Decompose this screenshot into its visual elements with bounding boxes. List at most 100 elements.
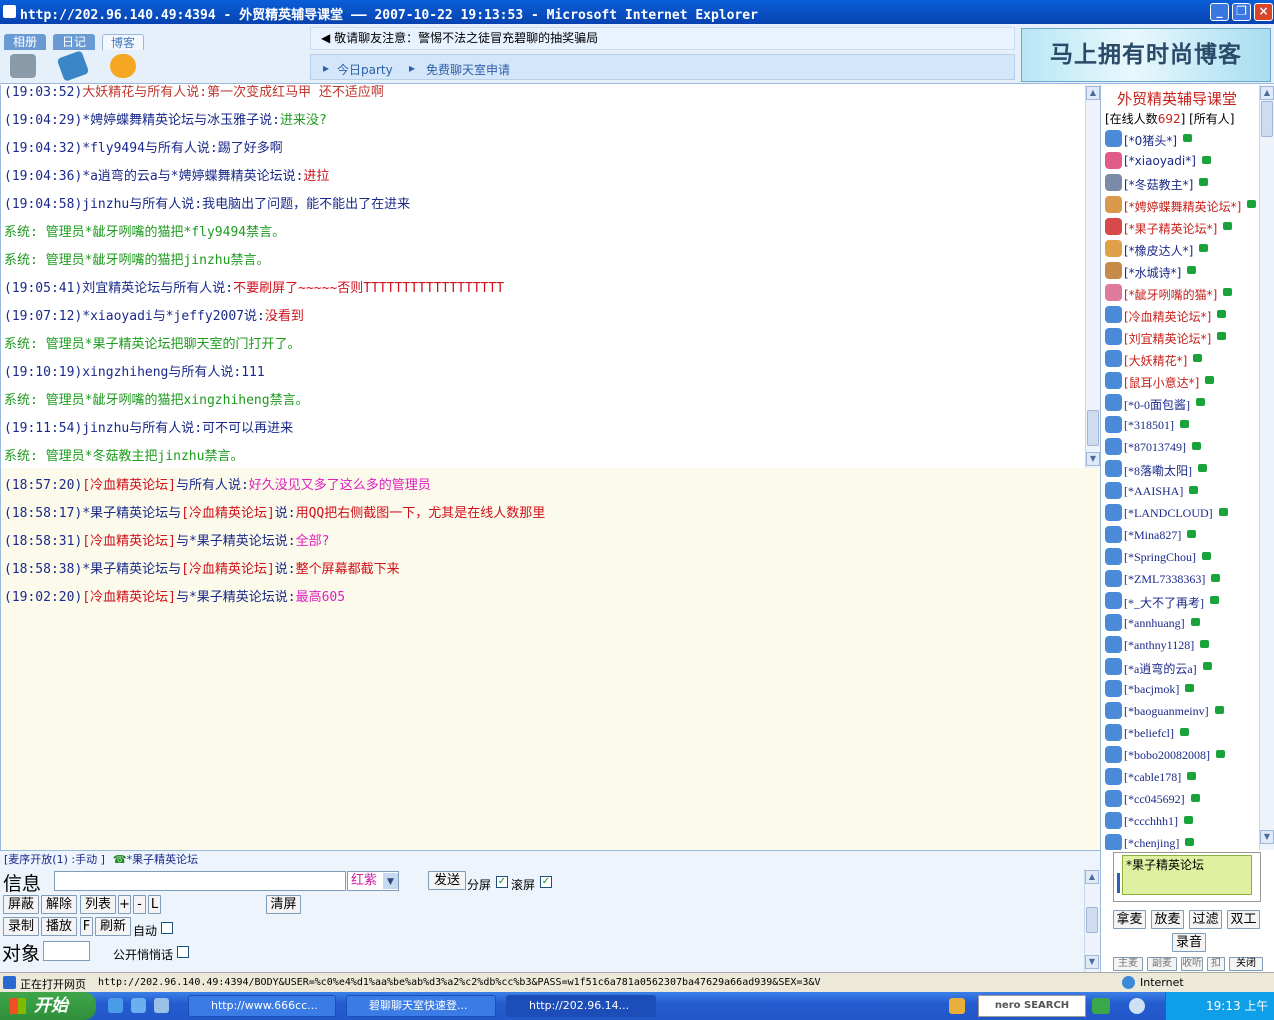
scroll-up-icon[interactable]: ▲	[1260, 86, 1274, 100]
unblock-button[interactable]: 解除	[41, 895, 77, 914]
block-button[interactable]: 屏蔽	[3, 895, 39, 914]
avatar-icon	[1105, 350, 1122, 367]
avatar-icon	[1105, 526, 1122, 543]
scroll-thumb[interactable]	[1087, 410, 1099, 446]
avatar-icon	[1105, 438, 1122, 455]
plus-button[interactable]: +	[118, 895, 131, 914]
maximize-icon[interactable]: ❐	[1232, 3, 1251, 21]
windows-logo-icon	[10, 998, 26, 1014]
task-bliao-login[interactable]: 碧聊聊天室快速登...	[346, 995, 496, 1017]
link-apply-room[interactable]: 免费聊天室申请	[426, 61, 510, 78]
list-button[interactable]: 列表	[80, 895, 116, 914]
phone-icon	[1189, 486, 1199, 494]
message-input[interactable]	[54, 871, 346, 891]
mic-status: [麦序开放(1) :手动 ] ☎*果子精英论坛	[4, 853, 199, 866]
split-checkbox[interactable]: ✓	[496, 876, 508, 888]
color-select[interactable]: 红紫 ▼	[347, 871, 399, 891]
avatar-icon	[1105, 768, 1122, 785]
whisper-checkbox[interactable]	[177, 946, 189, 958]
mic-panel: *果子精英论坛 拿麦 放麦 过滤 双工 录音 主麦 副麦 收听 扣 关闭	[1100, 850, 1274, 972]
play-button[interactable]: 播放	[41, 917, 77, 936]
task-chatroom[interactable]: http://202.96.14...	[506, 995, 656, 1017]
minimize-icon[interactable]: _	[1210, 3, 1229, 21]
private-line: (18:57:20)[冷血精英论坛]与所有人说:好久没见又多了这么多的管理员	[4, 478, 431, 493]
release-mic-button[interactable]: 放麦	[1151, 910, 1184, 929]
status-bar: 正在打开网页 http://202.96.140.49:4394/BODY&US…	[0, 972, 1274, 992]
take-mic-button[interactable]: 拿麦	[1113, 910, 1146, 929]
tab-diary[interactable]: 日记	[53, 34, 95, 50]
chat-scrollbar[interactable]: ▲ ▼	[1085, 85, 1100, 468]
phone-icon	[1202, 552, 1211, 560]
scroll-thumb[interactable]	[1086, 907, 1098, 933]
tab-blog[interactable]: 博客	[102, 34, 144, 50]
phone-icon	[1187, 266, 1197, 274]
input-scrollbar[interactable]: ▲ ▼	[1084, 869, 1099, 973]
user-name: [*0猪头*]	[1124, 134, 1177, 148]
blog-icon[interactable]	[110, 54, 136, 78]
scroll-up-icon[interactable]: ▲	[1086, 86, 1100, 100]
avatar-icon	[1105, 548, 1122, 565]
diary-icon[interactable]	[56, 50, 90, 82]
user-name: [冷血精英论坛*]	[1124, 310, 1212, 324]
user-name: [*ZML7338363]	[1124, 572, 1206, 586]
go-arrow-icon[interactable]	[1092, 998, 1110, 1014]
scroll-down-icon[interactable]: ▼	[1085, 955, 1099, 969]
task-666cc[interactable]: http://www.666cc...	[188, 995, 336, 1017]
phone-icon	[1193, 354, 1203, 362]
auto-checkbox[interactable]	[161, 922, 173, 934]
auto-label: 自动	[133, 924, 158, 938]
close-icon[interactable]: ×	[1254, 3, 1273, 21]
refresh-button[interactable]: 刷新	[95, 917, 131, 936]
scroll-down-icon[interactable]: ▼	[1086, 452, 1100, 466]
duplex-button[interactable]: 双工	[1227, 910, 1260, 929]
tab-album[interactable]: 相册	[4, 34, 46, 50]
avatar-icon	[1105, 592, 1122, 609]
user-name: [*_大不了再考]	[1124, 596, 1204, 610]
ie-quicklaunch-icon[interactable]	[108, 998, 123, 1013]
tray-app-icon[interactable]	[949, 998, 965, 1014]
avatar-icon	[1105, 812, 1122, 829]
links-bar: ▸ 今日party ▸ 免费聊天室申请	[310, 54, 1015, 80]
scroll-up-icon[interactable]: ▲	[1085, 870, 1099, 884]
page-loading-icon	[3, 976, 16, 989]
blog-banner[interactable]: 马上拥有时尚博客	[1021, 28, 1271, 82]
filter-button[interactable]: 过滤	[1189, 910, 1222, 929]
chat-line: (19:05:41)刘宜精英论坛与所有人说:不要刷屏了~~~~~否则TTTTTT…	[4, 281, 505, 296]
target-input[interactable]	[43, 941, 90, 961]
close-mic-button[interactable]: 关闭	[1229, 957, 1263, 971]
user-name: [*橡皮达人*]	[1124, 244, 1194, 258]
scroll-checkbox[interactable]: ✓	[540, 876, 552, 888]
phone-icon	[1210, 596, 1219, 604]
user-name: [刘宜精英论坛*]	[1124, 332, 1212, 346]
scroll-thumb[interactable]	[1261, 101, 1273, 137]
target-label: 对象	[2, 943, 41, 965]
main-mic-button[interactable]: 主麦	[1113, 957, 1143, 971]
nero-search-box[interactable]: nero SEARCH	[978, 995, 1086, 1017]
scroll-down-icon[interactable]: ▼	[1260, 830, 1274, 844]
system-line: 系统: 管理员*果子精英论坛把聊天室的门打开了。	[4, 337, 301, 352]
app-quicklaunch-icon[interactable]	[154, 998, 169, 1013]
minus-button[interactable]: -	[133, 895, 146, 914]
start-button[interactable]: 开始	[0, 992, 96, 1020]
sub-mic-button[interactable]: 副麦	[1147, 957, 1177, 971]
listen-button[interactable]: 收听	[1181, 957, 1203, 971]
record-audio-button[interactable]: 录音	[1172, 933, 1206, 952]
f-button[interactable]: F	[80, 917, 93, 936]
kick-button[interactable]: 扣	[1207, 957, 1225, 971]
link-party[interactable]: 今日party	[337, 61, 393, 78]
phone-icon	[1192, 442, 1201, 450]
clear-screen-button[interactable]: 清屏	[266, 895, 301, 914]
avatar-icon	[1105, 614, 1122, 631]
record-button[interactable]: 录制	[3, 917, 39, 936]
split-label: 分屏	[467, 878, 492, 892]
send-button[interactable]: 发送	[428, 871, 466, 890]
camera-icon[interactable]	[10, 54, 36, 78]
users-scrollbar[interactable]: ▲ ▼	[1259, 85, 1274, 850]
tray-back-icon[interactable]	[1129, 998, 1145, 1014]
desktop-quicklaunch-icon[interactable]	[131, 998, 146, 1013]
l-button[interactable]: L	[148, 895, 161, 914]
user-name: [*0-0面包酱]	[1124, 398, 1190, 412]
user-name: [*baoguanmeinv]	[1124, 704, 1209, 718]
phone-icon: ☎	[112, 853, 127, 866]
phone-icon	[1179, 728, 1189, 736]
